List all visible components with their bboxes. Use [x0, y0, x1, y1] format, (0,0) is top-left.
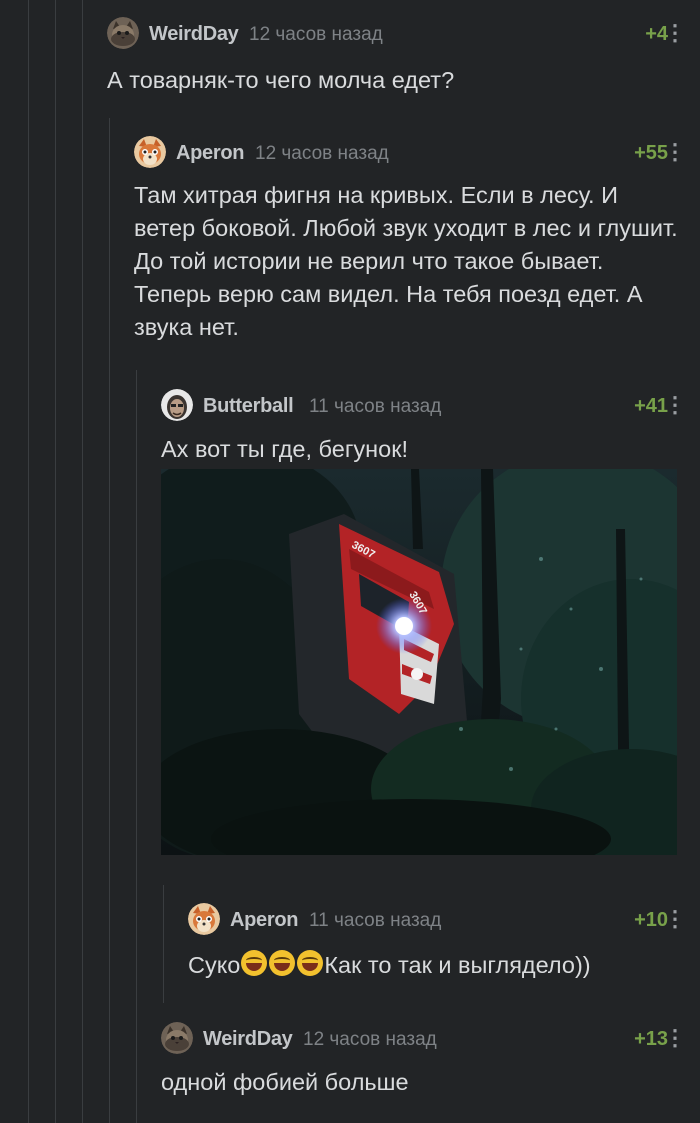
- comment-time: 12 часов назад: [255, 143, 389, 164]
- author-name[interactable]: Butterball: [203, 395, 294, 418]
- face-avatar-icon[interactable]: [161, 389, 193, 421]
- thread-line: [82, 0, 83, 1123]
- comment: WeirdDay 12 часов назад +13 ⋮ одной фоби…: [161, 1022, 700, 1099]
- comment-rating: +10: [634, 909, 668, 931]
- tears-of-joy-emoji-icon: [297, 950, 324, 976]
- comment-header: Aperon 11 часов назад +10 ⋮: [188, 903, 700, 937]
- more-options-icon[interactable]: ⋮: [664, 907, 686, 931]
- comment-text-part: Как то так и выглядело)): [324, 952, 591, 978]
- comment-header: Aperon 12 часов назад +55 ⋮: [134, 136, 700, 170]
- thread-line: [109, 118, 110, 1123]
- comment-header: WeirdDay 12 часов назад +13 ⋮: [161, 1022, 700, 1056]
- comment-text: А товарняк-то чего молча едет?: [107, 67, 455, 93]
- comment-text-part: Суко: [188, 952, 241, 978]
- thread-line: [55, 0, 56, 1123]
- tears-of-joy-emoji-icon: [241, 950, 268, 976]
- comment-rating: +13: [634, 1028, 668, 1050]
- comment-time: 12 часов назад: [249, 24, 383, 45]
- more-options-icon[interactable]: ⋮: [664, 393, 686, 417]
- comment-thread: WeirdDay 12 часов назад +4 ⋮ А товарняк-…: [0, 0, 700, 1123]
- cat-avatar-icon[interactable]: [107, 17, 139, 49]
- comment-text: Ах вот ты где, бегунок!: [161, 436, 409, 462]
- more-options-icon[interactable]: ⋮: [664, 1026, 686, 1050]
- comment-time: 12 часов назад: [303, 1029, 437, 1050]
- comment-rating: +55: [634, 142, 668, 164]
- comment: Butterball 11 часов назад +41 ⋮ Ах вот т…: [161, 389, 700, 466]
- comment-image[interactable]: 3607 3607: [161, 469, 677, 855]
- thread-line: [136, 370, 137, 1123]
- author-name[interactable]: Aperon: [230, 909, 299, 932]
- author-name[interactable]: WeirdDay: [203, 1028, 293, 1051]
- comment: Aperon 11 часов назад +10 ⋮ Суко Как то т…: [188, 903, 700, 982]
- tears-of-joy-emoji-icon: [269, 950, 296, 976]
- fox-avatar-icon[interactable]: [188, 903, 220, 935]
- comment-text: Там хитрая фигня на кривых. Если в лесу.…: [134, 182, 678, 340]
- author-name[interactable]: Aperon: [176, 142, 245, 165]
- more-options-icon[interactable]: ⋮: [664, 21, 686, 45]
- more-options-icon[interactable]: ⋮: [664, 140, 686, 164]
- comment-header: Butterball 11 часов назад +41 ⋮: [161, 389, 700, 423]
- thread-line: [28, 0, 29, 1123]
- comment: Aperon 12 часов назад +55 ⋮ Там хитрая ф…: [134, 136, 700, 344]
- author-name[interactable]: WeirdDay: [149, 23, 239, 46]
- comment: WeirdDay 12 часов назад +4 ⋮ А товарняк-…: [107, 17, 700, 97]
- comment-time: 11 часов назад: [309, 910, 442, 931]
- fox-avatar-icon[interactable]: [134, 136, 166, 168]
- comment-rating: +41: [634, 395, 668, 417]
- comment-time: 11 часов назад: [309, 396, 442, 417]
- comment-header: WeirdDay 12 часов назад +4 ⋮: [107, 17, 700, 51]
- comment-text: одной фобией больше: [161, 1069, 409, 1095]
- comment-text: Суко Как то так и выглядело)): [188, 949, 700, 982]
- cat-avatar-icon[interactable]: [161, 1022, 193, 1054]
- thread-line: [163, 885, 164, 1003]
